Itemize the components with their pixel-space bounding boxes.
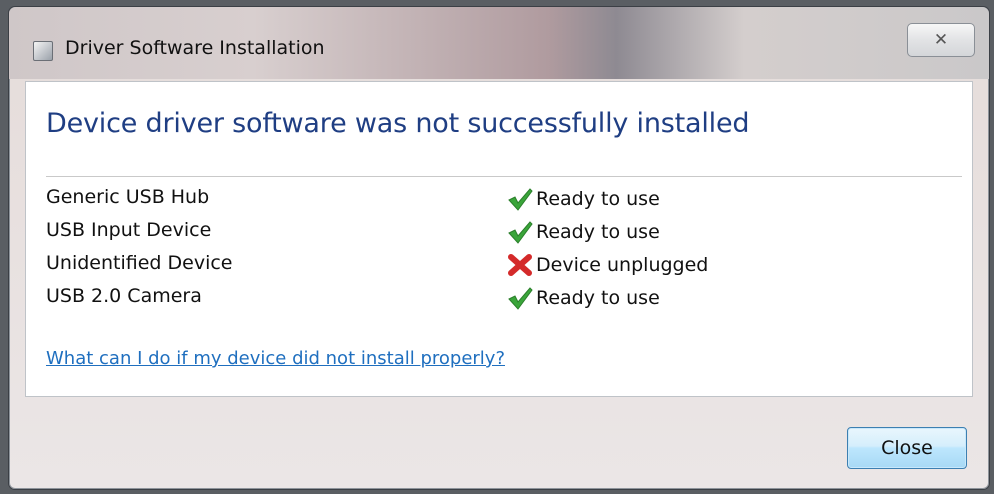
- help-link[interactable]: What can I do if my device did not insta…: [46, 348, 505, 369]
- device-name: USB 2.0 Camera: [46, 285, 202, 307]
- check-icon: [508, 287, 533, 310]
- content-panel: Device driver software was not successfu…: [25, 81, 973, 397]
- device-row: Generic USB Hub Ready to use: [46, 182, 946, 215]
- device-row: Unidentified Device Device unplugged: [46, 248, 946, 281]
- device-status: Ready to use: [506, 186, 660, 212]
- device-name: Unidentified Device: [46, 252, 233, 274]
- button-bar: Close: [9, 397, 989, 489]
- status-text: Ready to use: [536, 221, 660, 243]
- device-name: Generic USB Hub: [46, 186, 210, 208]
- device-status: Device unplugged: [506, 252, 708, 278]
- status-text: Device unplugged: [536, 254, 709, 276]
- device-name: USB Input Device: [46, 219, 212, 241]
- titlebar-close-button[interactable]: ✕: [907, 23, 975, 57]
- main-heading: Device driver software was not successfu…: [46, 108, 750, 139]
- divider: [46, 176, 962, 177]
- status-text: Ready to use: [536, 287, 660, 309]
- device-status: Ready to use: [506, 285, 660, 311]
- check-icon: [508, 221, 533, 244]
- device-row: USB Input Device Ready to use: [46, 215, 946, 248]
- device-status: Ready to use: [506, 219, 660, 245]
- check-icon: [508, 188, 533, 211]
- driver-install-dialog: Driver Software Installation ✕ Device dr…: [8, 6, 990, 490]
- window-title: Driver Software Installation: [65, 37, 325, 59]
- app-icon: [33, 41, 53, 61]
- close-button[interactable]: Close: [847, 427, 967, 469]
- device-list: Generic USB Hub Ready to use USB Input D…: [46, 182, 946, 314]
- close-icon: ✕: [933, 30, 949, 50]
- status-text: Ready to use: [536, 188, 660, 210]
- device-row: USB 2.0 Camera Ready to use: [46, 281, 946, 314]
- title-bar[interactable]: Driver Software Installation ✕: [9, 7, 989, 79]
- error-x-icon: [508, 254, 532, 276]
